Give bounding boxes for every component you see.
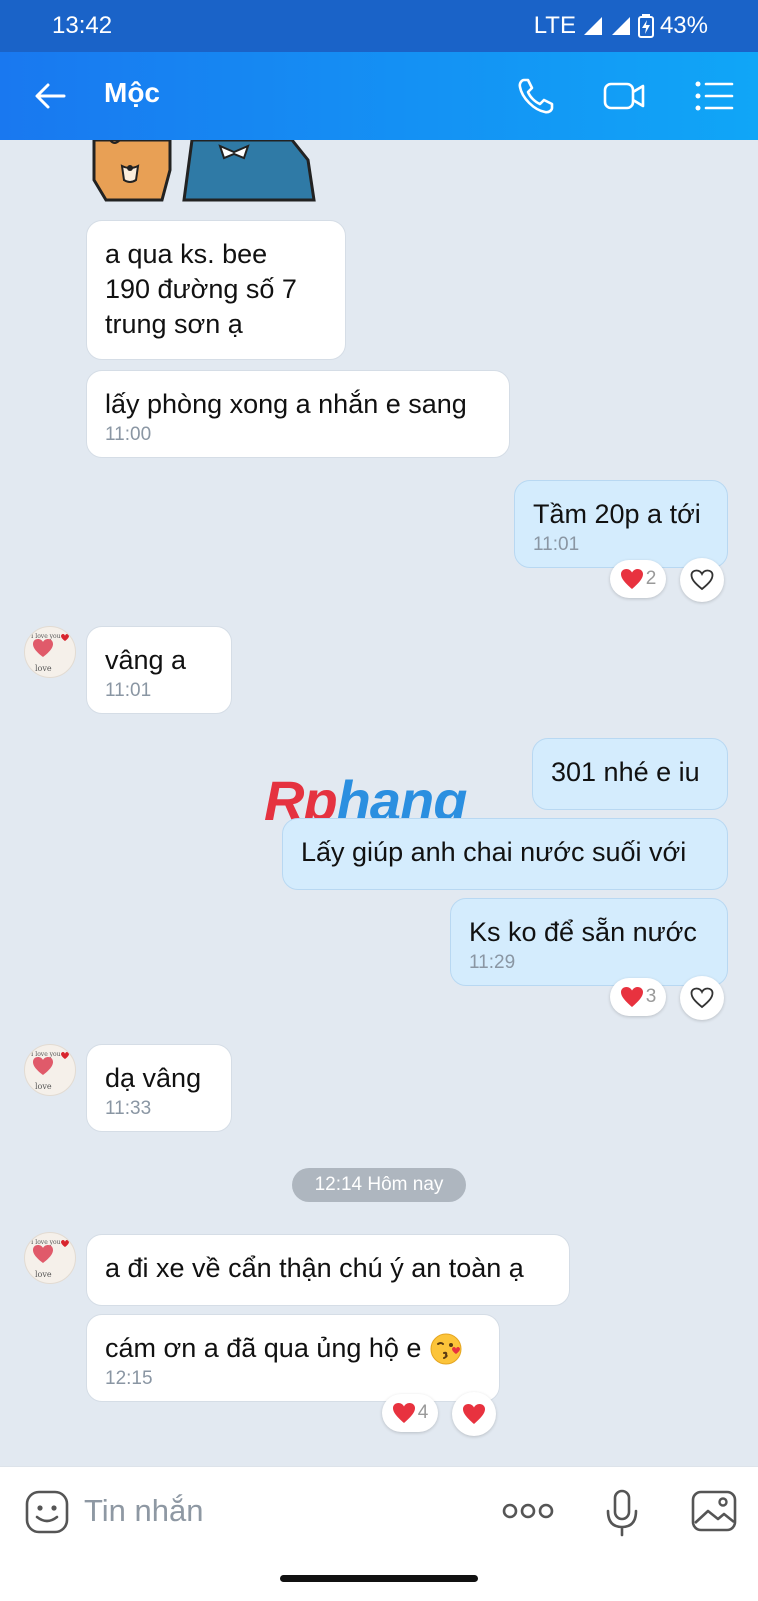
message-line: cám ơn a đã qua ủng hộ e: [105, 1331, 481, 1366]
reaction-summary[interactable]: 3: [610, 978, 666, 1016]
heart-icon: [620, 569, 643, 589]
contact-avatar[interactable]: I love you love: [24, 1044, 76, 1096]
message-bubble-incoming[interactable]: dạ vâng 11:33: [86, 1044, 232, 1132]
message-time: 11:01: [105, 680, 152, 701]
avatar-caption: I love you: [31, 1051, 61, 1058]
back-arrow-icon[interactable]: [30, 76, 70, 116]
message-bubble-incoming[interactable]: cám ơn a đã qua ủng hộ e 12:15: [86, 1314, 500, 1402]
image-icon[interactable]: [690, 1487, 738, 1535]
battery-level: 43%: [659, 12, 708, 39]
battery-charging-icon: [637, 14, 654, 38]
message-time: 11:29: [469, 952, 516, 973]
contact-avatar[interactable]: I love you love: [24, 626, 76, 678]
message-bubble-outgoing[interactable]: Lấy giúp anh chai nước suối với: [282, 818, 728, 890]
status-time: 13:42: [52, 12, 113, 39]
add-reaction-button[interactable]: [680, 558, 724, 602]
more-options-icon[interactable]: [502, 1493, 554, 1529]
signal-icon: [611, 17, 630, 35]
signal-icon: [583, 17, 602, 35]
add-reaction-button[interactable]: [680, 976, 724, 1020]
message-time: 11:33: [105, 1098, 152, 1119]
reaction-count: 4: [417, 1402, 429, 1423]
avatar-caption: I love you: [31, 633, 61, 640]
heart-icon: [392, 1403, 415, 1423]
microphone-icon[interactable]: [604, 1489, 640, 1537]
phone-icon[interactable]: [514, 74, 558, 118]
message-bubble-outgoing[interactable]: 301 nhé e iu: [532, 738, 728, 810]
contact-avatar[interactable]: I love you love: [24, 1232, 76, 1284]
message-time: 11:00: [105, 424, 152, 445]
message-text: 301 nhé e iu: [551, 757, 700, 787]
reaction-count: 3: [645, 986, 657, 1007]
avatar-image: I love you love: [31, 1239, 69, 1279]
avatar-caption: love: [35, 664, 52, 673]
message-time: 12:15: [105, 1368, 153, 1389]
heart-icon: [463, 1404, 485, 1424]
message-bubble-outgoing[interactable]: Tầm 20p a tới 11:01: [514, 480, 728, 568]
message-text: vâng a: [105, 645, 187, 675]
reacted-heart-button[interactable]: [452, 1392, 496, 1436]
kissing-face-emoji-icon: [430, 1333, 462, 1364]
message-input[interactable]: Tin nhắn: [84, 1493, 204, 1529]
reaction-summary[interactable]: 4: [382, 1394, 438, 1432]
sticker-image[interactable]: [92, 140, 332, 204]
heart-outline-icon: [690, 987, 714, 1009]
message-text: dạ vâng: [105, 1063, 202, 1093]
emoji-icon[interactable]: [24, 1489, 70, 1535]
avatar-caption: love: [35, 1082, 52, 1091]
status-indicators: LTE 43%: [534, 12, 708, 40]
home-indicator[interactable]: [280, 1575, 478, 1582]
heart-outline-icon: [690, 569, 714, 591]
date-divider: 12:14 Hôm nay: [292, 1168, 466, 1202]
message-text: cám ơn a đã qua ủng hộ e: [105, 1333, 422, 1363]
avatar-image: I love you love: [31, 633, 69, 673]
message-text: Tầm 20p a tới: [533, 499, 701, 529]
reaction-count: 2: [645, 568, 657, 589]
chat-header: Mộc: [0, 52, 758, 140]
network-type: LTE: [533, 12, 576, 39]
status-bar: 13:42 LTE 43%: [0, 0, 758, 52]
message-text: Lấy giúp anh chai nước suối với: [301, 837, 687, 867]
message-composer: Tin nhắn: [0, 1466, 758, 1601]
avatar-image: I love you love: [31, 1051, 69, 1091]
message-bubble-outgoing[interactable]: Ks ko để sẵn nước 11:29: [450, 898, 728, 986]
reaction-summary[interactable]: 2: [610, 560, 666, 598]
list-menu-icon[interactable]: [692, 74, 736, 118]
message-bubble-incoming[interactable]: a đi xe về cẩn thận chú ý an toàn ạ: [86, 1234, 570, 1306]
video-call-icon[interactable]: [602, 74, 646, 118]
avatar-caption: I love you: [31, 1239, 61, 1246]
contact-name[interactable]: Mộc: [104, 77, 160, 109]
message-text: lấy phòng xong a nhắn e sang: [105, 389, 467, 419]
heart-icon: [620, 987, 643, 1007]
message-text: Ks ko để sẵn nước: [469, 917, 697, 947]
message-text: a qua ks. bee 190 đường số 7 trung sơn ạ: [105, 239, 297, 339]
message-text: a đi xe về cẩn thận chú ý an toàn ạ: [105, 1253, 524, 1283]
message-bubble-incoming[interactable]: lấy phòng xong a nhắn e sang 11:00: [86, 370, 510, 458]
avatar-caption: love: [35, 1270, 52, 1279]
message-bubble-incoming[interactable]: a qua ks. bee 190 đường số 7 trung sơn ạ: [86, 220, 346, 360]
message-bubble-incoming[interactable]: vâng a 11:01: [86, 626, 232, 714]
message-time: 11:01: [533, 534, 580, 555]
